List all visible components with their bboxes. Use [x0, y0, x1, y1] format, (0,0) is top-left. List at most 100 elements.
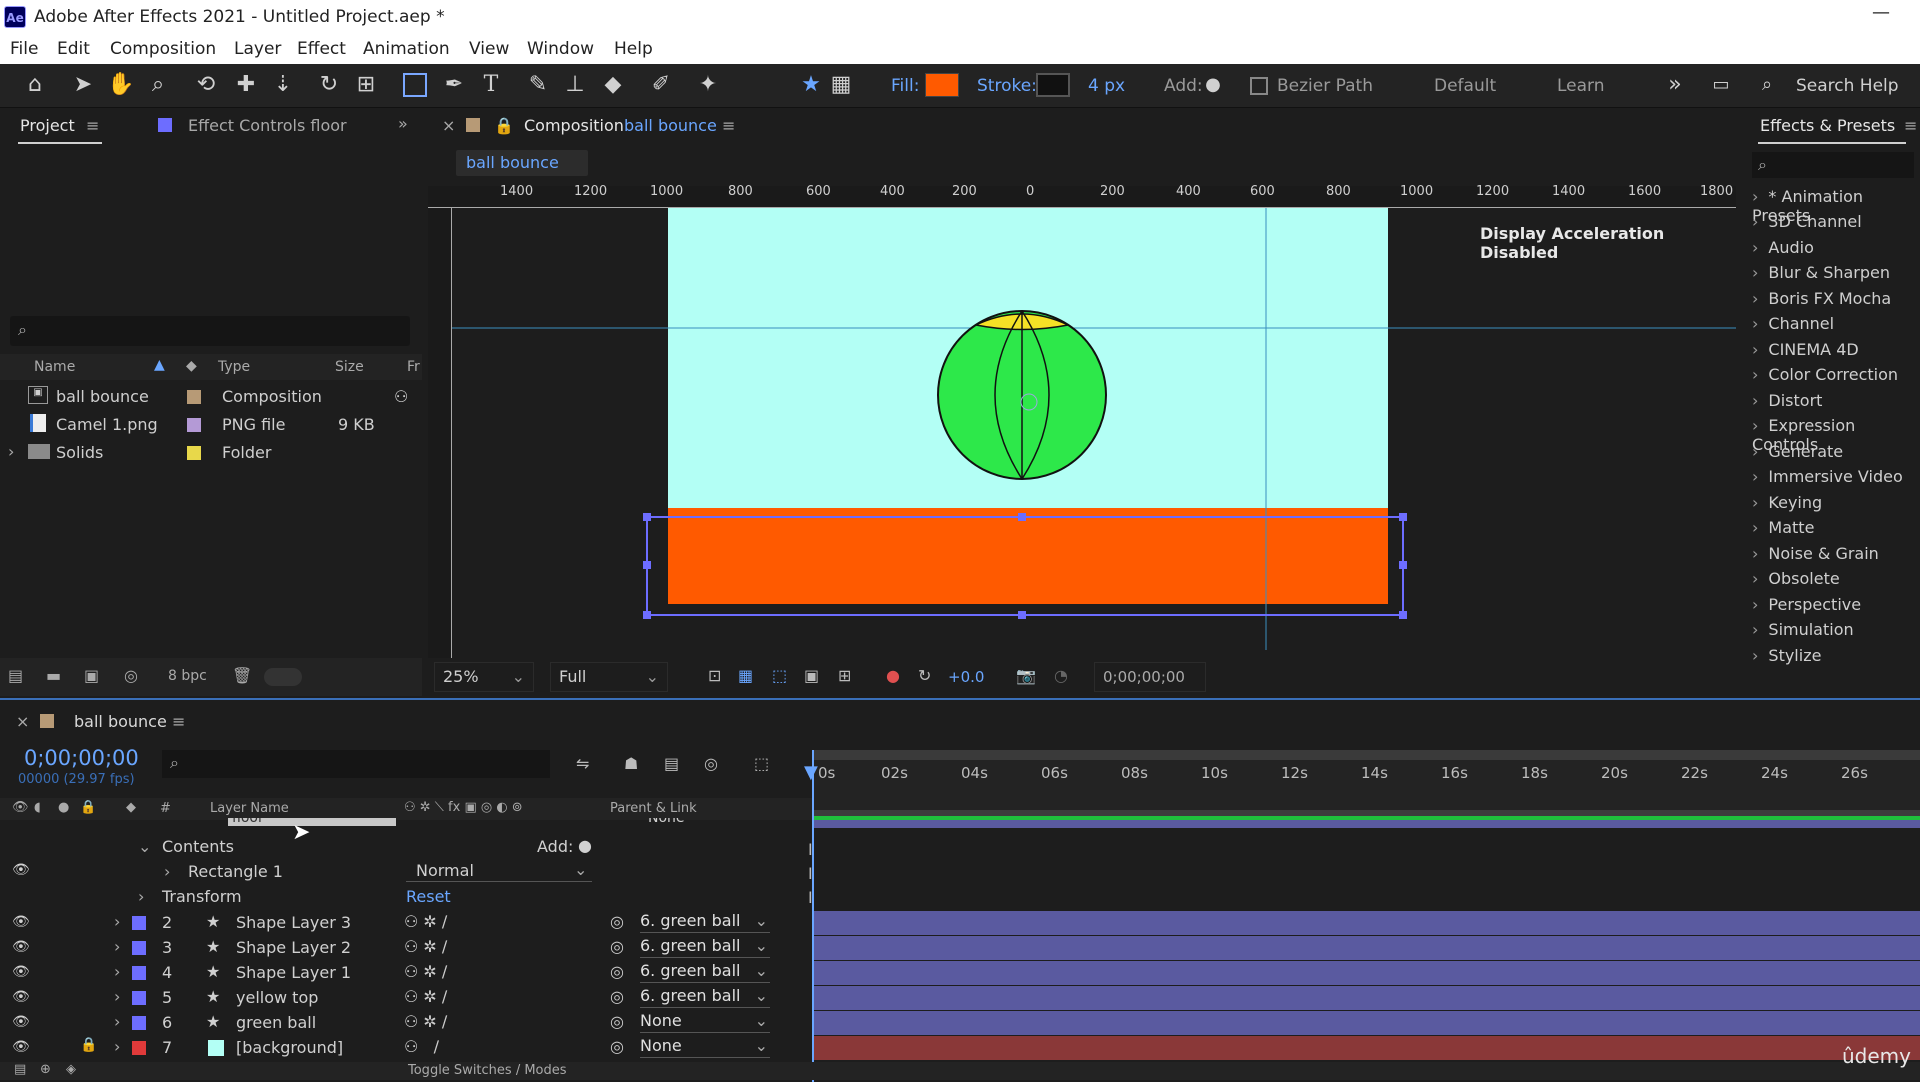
- label-chip[interactable]: [132, 941, 146, 955]
- layer-name[interactable]: Shape Layer 1: [236, 963, 351, 982]
- menu-animation[interactable]: Animation: [363, 39, 450, 59]
- footer-icon[interactable]: ◈: [66, 1062, 76, 1077]
- stroke-label[interactable]: Stroke:: [977, 76, 1037, 96]
- effects-category[interactable]: › Blur & Sharpen: [1752, 263, 1890, 282]
- effects-category[interactable]: › Obsolete: [1752, 569, 1840, 588]
- effects-category[interactable]: › Immersive Video: [1752, 467, 1903, 486]
- pan-behind-tool-icon[interactable]: ✚: [233, 72, 259, 98]
- layer-name[interactable]: green ball: [236, 1013, 316, 1032]
- chevron-right-icon[interactable]: ›: [138, 887, 144, 906]
- comp-breadcrumb[interactable]: ball bounce: [456, 150, 588, 176]
- menu-composition[interactable]: Composition: [110, 39, 216, 59]
- eye-icon[interactable]: 👁: [12, 964, 30, 980]
- audio-switch-icon[interactable]: ◖: [34, 800, 41, 815]
- effects-category[interactable]: › Matte: [1752, 518, 1814, 537]
- project-item[interactable]: › Solids Folder: [0, 440, 420, 468]
- panel-menu-icon[interactable]: ≡: [172, 712, 185, 731]
- effects-category[interactable]: › Generate: [1752, 442, 1843, 461]
- footer-icon[interactable]: ▤: [14, 1062, 26, 1077]
- pick-whip-icon[interactable]: ◎: [610, 1012, 624, 1031]
- project-item[interactable]: ▣ ball bounce Composition ⚇: [0, 384, 420, 412]
- effects-search-input[interactable]: ⌕: [1752, 152, 1914, 178]
- tab-effect-controls[interactable]: Effect Controls floor: [188, 116, 347, 135]
- table-row[interactable]: floor None: [0, 818, 812, 830]
- add-circle-icon[interactable]: ●: [578, 836, 592, 855]
- chevron-right-icon[interactable]: ›: [114, 937, 120, 956]
- table-row[interactable]: 👁 › 4 ★ Shape Layer 1 ⚇ ✲ ∕ ◎ 6. green b…: [0, 961, 812, 986]
- switches-icons[interactable]: ⚇ ∕: [404, 1037, 439, 1056]
- home-icon[interactable]: ⌂: [22, 72, 48, 98]
- effects-category[interactable]: › 3D Channel: [1752, 212, 1862, 231]
- sort-up-icon[interactable]: ▲: [154, 357, 165, 373]
- solo-switch-icon[interactable]: ●: [58, 800, 69, 815]
- close-tab-icon[interactable]: ×: [442, 116, 455, 135]
- work-area-bar[interactable]: [814, 750, 1920, 760]
- eraser-tool-icon[interactable]: ◆: [600, 72, 626, 98]
- panel-menu-icon[interactable]: ≡: [722, 116, 735, 135]
- layer-duration-bar[interactable]: [814, 961, 1920, 985]
- property-row[interactable]: 👁 › Rectangle 1 Normal ⌄: [0, 860, 812, 885]
- toggle-switches-modes[interactable]: Toggle Switches / Modes: [408, 1063, 567, 1078]
- panel-menu-icon[interactable]: ≡: [1904, 116, 1917, 135]
- parent-dropdown[interactable]: 6. green ball ⌄: [640, 936, 770, 958]
- footer-icon[interactable]: ⊕: [40, 1062, 51, 1077]
- timeline-current-time[interactable]: 0;00;00;00: [24, 746, 139, 770]
- comp-tab-label[interactable]: Composition: [524, 116, 624, 135]
- pick-whip-icon[interactable]: ◎: [610, 962, 624, 981]
- fill-swatch[interactable]: [925, 73, 959, 97]
- label-chip[interactable]: [132, 1041, 146, 1055]
- eye-icon[interactable]: 👁: [12, 914, 30, 930]
- effects-category[interactable]: › Stylize: [1752, 646, 1821, 665]
- snapshot-icon[interactable]: 📷: [1016, 666, 1036, 685]
- col-size[interactable]: Size: [335, 359, 364, 375]
- effects-category[interactable]: › Noise & Grain: [1752, 544, 1879, 563]
- label-chip[interactable]: [132, 991, 146, 1005]
- add-circle-icon[interactable]: ●: [1200, 72, 1226, 98]
- table-row[interactable]: 👁 › 6 ★ green ball ⚇ ✲ ∕ ◎ None ⌄: [0, 1011, 812, 1036]
- blend-mode-dropdown[interactable]: Normal ⌄: [406, 860, 592, 882]
- switches-icons[interactable]: ⚇ ✲ ∕: [404, 987, 447, 1006]
- chevron-right-icon[interactable]: ›: [114, 912, 120, 931]
- layer-name[interactable]: Shape Layer 3: [236, 913, 351, 932]
- comp-mini-flowchart-icon[interactable]: ⇋: [576, 754, 589, 773]
- pick-whip-icon[interactable]: ◎: [610, 912, 624, 931]
- table-row[interactable]: 👁 › 3 ★ Shape Layer 2 ⚇ ✲ ∕ ◎ 6. green b…: [0, 936, 812, 961]
- menu-effect[interactable]: Effect: [297, 39, 346, 59]
- menu-layer[interactable]: Layer: [234, 39, 281, 59]
- effects-category[interactable]: › Keying: [1752, 493, 1822, 512]
- fill-label[interactable]: Fill:: [891, 76, 919, 96]
- label-chip[interactable]: [132, 1016, 146, 1030]
- chevron-right-icon[interactable]: ›: [114, 962, 120, 981]
- effects-category[interactable]: › Boris FX Mocha: [1752, 289, 1891, 308]
- sync-settings-icon[interactable]: ▭: [1708, 72, 1734, 98]
- table-row[interactable]: 👁 › 2 ★ Shape Layer 3 ⚇ ✲ ∕ ◎ 6. green b…: [0, 911, 812, 936]
- stroke-width-value[interactable]: 4 px: [1088, 76, 1125, 96]
- roto-brush-tool-icon[interactable]: ✐: [648, 72, 674, 98]
- menu-file[interactable]: File: [10, 39, 38, 59]
- region-icon[interactable]: ▣: [804, 666, 819, 685]
- property-row[interactable]: ⌄ Contents Add: ●: [0, 835, 812, 860]
- layer-name[interactable]: Shape Layer 2: [236, 938, 351, 957]
- timeline-search-input[interactable]: ⌕: [162, 750, 550, 778]
- parent-dropdown[interactable]: None ⌄: [640, 1036, 770, 1058]
- hand-tool-icon[interactable]: ✋: [107, 72, 134, 98]
- show-snapshot-icon[interactable]: ◔: [1054, 666, 1068, 685]
- col-type[interactable]: Type: [218, 359, 250, 375]
- menu-edit[interactable]: Edit: [57, 39, 90, 59]
- comp-tab-name[interactable]: ball bounce: [624, 116, 717, 135]
- pen-tool-icon[interactable]: ✒: [441, 72, 467, 98]
- rotate-tool-icon[interactable]: ↻: [316, 72, 342, 98]
- puppet-pin-tool-icon[interactable]: ✦: [695, 72, 721, 98]
- type-tool-icon[interactable]: T: [478, 72, 504, 98]
- shy-layers-icon[interactable]: ☗: [624, 754, 638, 773]
- exposure-value[interactable]: +0.0: [948, 668, 984, 686]
- chevron-right-icon[interactable]: ›: [114, 1012, 120, 1031]
- table-row[interactable]: 👁 › 5 ★ yellow top ⚇ ✲ ∕ ◎ 6. green ball…: [0, 986, 812, 1011]
- pick-whip-icon[interactable]: ◎: [610, 1037, 624, 1056]
- bezier-checkbox[interactable]: [1250, 77, 1268, 95]
- fit-icon[interactable]: ⊡: [708, 666, 721, 685]
- panel-menu-icon[interactable]: ≡: [86, 116, 99, 135]
- new-folder-icon[interactable]: ▬: [46, 666, 61, 685]
- current-time[interactable]: 0;00;00;00: [1094, 662, 1206, 692]
- adjust-icon[interactable]: ◎: [124, 666, 138, 685]
